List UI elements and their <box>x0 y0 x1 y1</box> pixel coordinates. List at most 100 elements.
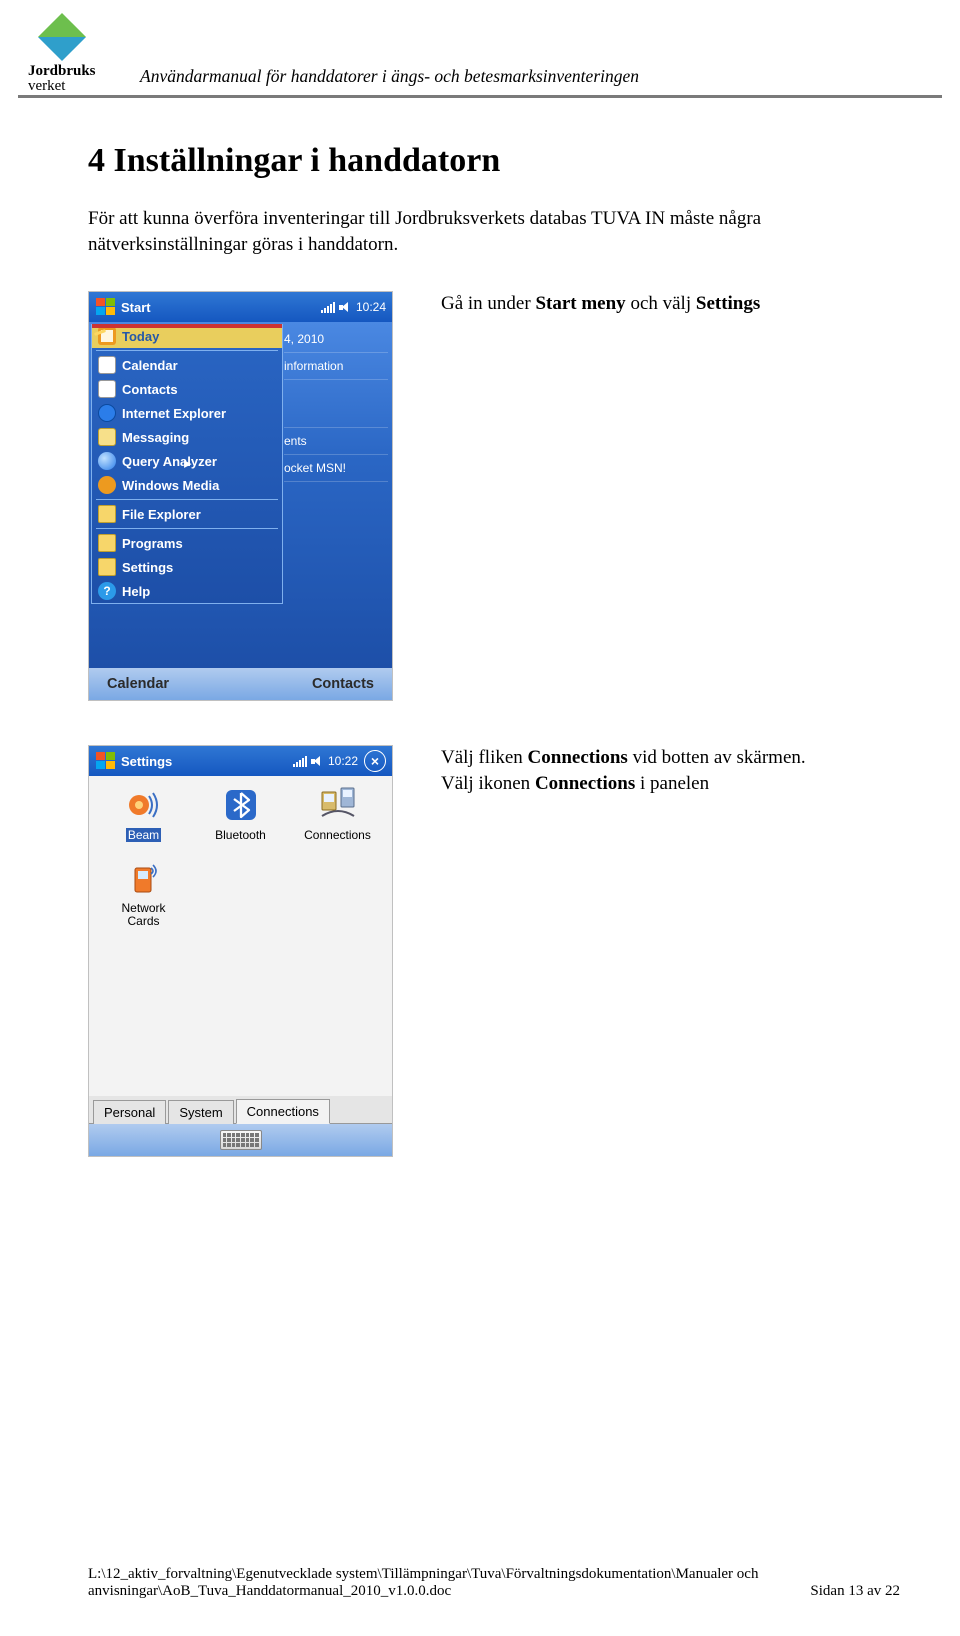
windows-media-icon <box>98 476 116 494</box>
help-icon: ? <box>98 582 116 600</box>
calendar-icon <box>98 356 116 374</box>
menu-label: Settings <box>122 560 173 575</box>
intro-paragraph: För att kunna överföra inventeringar til… <box>88 206 848 257</box>
figure-row-1: Start 10:24 4, 2010 information ents ock… <box>88 291 900 701</box>
messaging-icon <box>98 428 116 446</box>
query-analyzer-icon <box>98 452 116 470</box>
menu-item-internet-explorer[interactable]: Internet Explorer <box>92 401 282 425</box>
menu-label: Help <box>122 584 150 599</box>
menu-item-windows-media[interactable]: Windows Media <box>92 473 282 497</box>
icon-label: Bluetooth <box>215 828 266 842</box>
settings-icon <box>98 558 116 576</box>
clock: 10:22 <box>328 754 358 768</box>
caption-text: vid botten av skärmen. <box>628 747 806 768</box>
signal-icon <box>321 301 335 313</box>
windows-flag-icon[interactable] <box>95 751 115 771</box>
icon-label: Network Cards <box>121 902 165 928</box>
bluetooth-icon <box>222 786 260 824</box>
bg-pocket-msn: ocket MSN! <box>284 455 388 482</box>
tabs-bar: Personal System Connections <box>89 1096 392 1124</box>
softkey-bar <box>89 1124 392 1156</box>
menu-label: Contacts <box>122 382 178 397</box>
start-menu-panel: Today Calendar Contacts Internet Explore… <box>91 324 283 604</box>
icon-network-cards[interactable]: Network Cards <box>99 860 188 928</box>
icon-connections[interactable]: Connections <box>293 786 382 842</box>
today-background: 4, 2010 information ents ocket MSN! <box>284 326 388 482</box>
settings-body: Beam Bluetooth Connections <box>89 776 392 1124</box>
header-running-title: Användarmanual för handdatorer i ängs- o… <box>140 66 639 87</box>
menu-item-calendar[interactable]: Calendar <box>92 353 282 377</box>
titlebar: Start 10:24 <box>89 292 392 322</box>
page-footer: L:\12_aktiv_forvaltning\Egenutvecklade s… <box>88 1566 900 1600</box>
menu-label: File Explorer <box>122 507 201 522</box>
menu-label: Today <box>122 329 159 344</box>
status-area: 10:24 <box>321 300 386 314</box>
screenshot-settings-connections: Settings 10:22 × Beam <box>88 745 393 1157</box>
keyboard-toggle-icon[interactable] <box>220 1130 262 1150</box>
tab-system[interactable]: System <box>168 1100 233 1124</box>
speaker-icon <box>339 301 352 314</box>
caption-bold: Settings <box>696 293 760 314</box>
caption-text: Välj ikonen <box>441 773 535 794</box>
logo-line2: verket <box>28 78 65 94</box>
file-explorer-icon <box>98 505 116 523</box>
titlebar-app: Start <box>121 300 315 315</box>
page-header: Jordbruks verket Användarmanual för hand… <box>18 16 942 98</box>
icon-label: Beam <box>126 828 161 842</box>
figure-row-2: Settings 10:22 × Beam <box>88 745 900 1157</box>
logo-icon <box>38 13 86 61</box>
network-cards-icon <box>125 860 163 898</box>
figure-caption-2: Välj fliken Connections vid botten av sk… <box>441 745 806 796</box>
footer-line2: anvisningar\AoB_Tuva_Handdatormanual_201… <box>88 1583 758 1600</box>
page-number: Sidan 13 av 22 <box>810 1583 900 1600</box>
menu-label: Messaging <box>122 430 189 445</box>
menu-label: Programs <box>122 536 183 551</box>
ie-icon <box>98 404 116 422</box>
bg-date: 4, 2010 <box>284 326 388 353</box>
softkey-left[interactable]: Calendar <box>107 676 169 692</box>
footer-path: L:\12_aktiv_forvaltning\Egenutvecklade s… <box>88 1566 758 1600</box>
menu-item-help[interactable]: ? Help <box>92 579 282 603</box>
contacts-icon <box>98 380 116 398</box>
beam-icon <box>125 786 163 824</box>
menu-label: Calendar <box>122 358 178 373</box>
menu-item-messaging[interactable]: Messaging <box>92 425 282 449</box>
caption-text: och välj <box>626 293 696 314</box>
caption-bold: Connections <box>528 747 628 768</box>
logo-text: Jordbruks verket <box>28 64 96 94</box>
signal-icon <box>293 755 307 767</box>
caption-bold: Connections <box>535 773 635 794</box>
menu-item-settings[interactable]: Settings <box>92 555 282 579</box>
menu-label: Internet Explorer <box>122 406 226 421</box>
clock: 10:24 <box>356 300 386 314</box>
softkey-right[interactable]: Contacts <box>312 676 374 692</box>
tab-personal[interactable]: Personal <box>93 1100 166 1124</box>
caption-text: Välj fliken <box>441 747 528 768</box>
menu-label: Windows Media <box>122 478 219 493</box>
settings-grid: Beam Bluetooth Connections <box>99 786 382 928</box>
menu-label: Query Analyzer <box>122 454 217 469</box>
titlebar-app: Settings <box>121 754 287 769</box>
menu-item-contacts[interactable]: Contacts <box>92 377 282 401</box>
bg-owner-info: information <box>284 353 388 380</box>
titlebar: Settings 10:22 × <box>89 746 392 776</box>
footer-line1: L:\12_aktiv_forvaltning\Egenutvecklade s… <box>88 1566 758 1583</box>
softkey-bar: Calendar Contacts <box>89 668 392 700</box>
speaker-icon <box>311 755 324 768</box>
heading: 4 Inställningar i handdatorn <box>88 142 900 180</box>
icon-beam[interactable]: Beam <box>99 786 188 842</box>
tab-connections[interactable]: Connections <box>236 1099 330 1124</box>
device-body: 4, 2010 information ents ocket MSN! Toda… <box>89 322 392 668</box>
programs-icon <box>98 534 116 552</box>
figure-caption-1: Gå in under Start meny och välj Settings <box>441 291 760 317</box>
connections-icon <box>319 786 357 824</box>
status-area: 10:22 <box>293 754 358 768</box>
close-button[interactable]: × <box>364 750 386 772</box>
windows-flag-icon[interactable] <box>95 297 115 317</box>
logo-line1: Jordbruks <box>28 63 96 79</box>
icon-label: Connections <box>304 828 371 842</box>
icon-bluetooth[interactable]: Bluetooth <box>196 786 285 842</box>
menu-item-file-explorer[interactable]: File Explorer <box>92 502 282 526</box>
menu-item-programs[interactable]: Programs <box>92 531 282 555</box>
caption-bold: Start meny <box>535 293 625 314</box>
